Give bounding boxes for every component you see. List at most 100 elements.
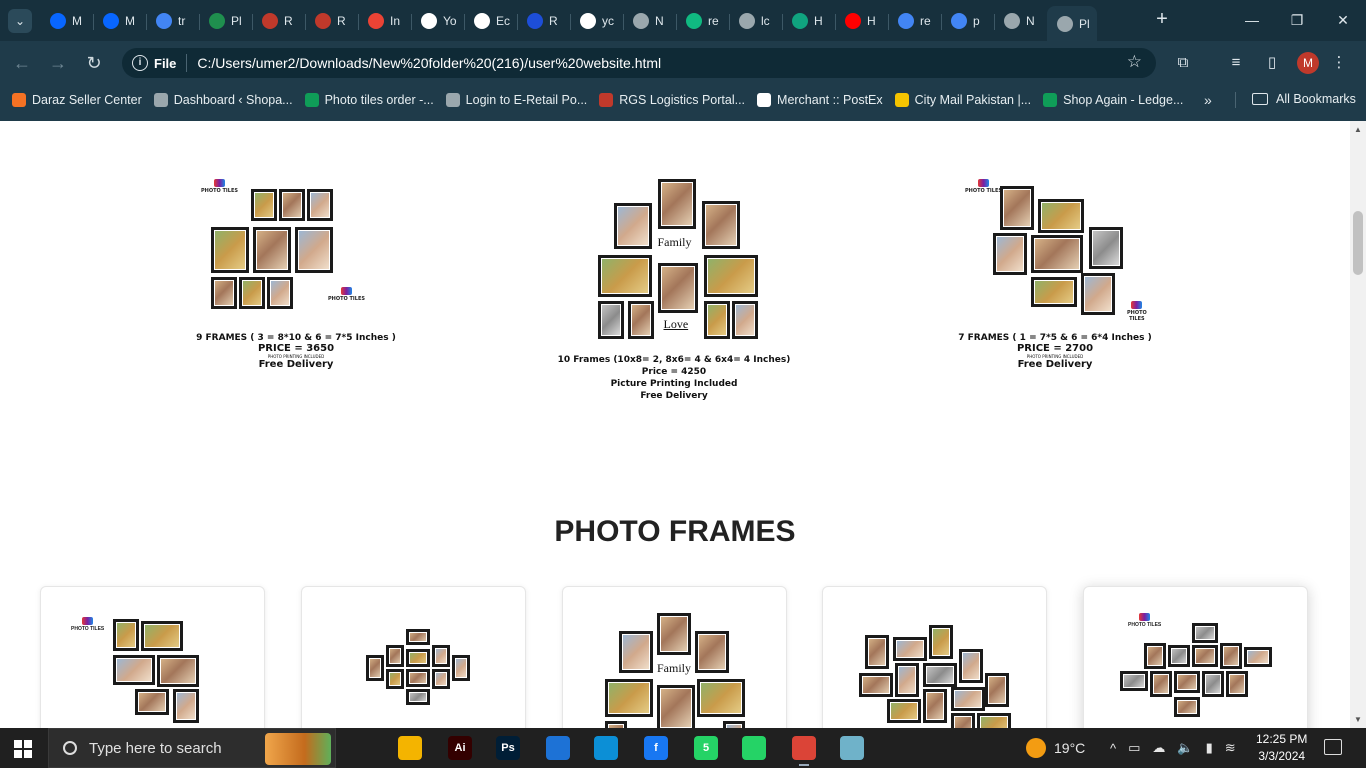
media-controls-icon[interactable]: ≡ bbox=[1225, 52, 1247, 74]
browser-tab[interactable]: p bbox=[941, 6, 995, 36]
product-10-frames[interactable]: Family Love 10 Frames (10x8= 2, 8x6= 4 &… bbox=[544, 177, 804, 402]
bookmark-item[interactable]: RGS Logistics Portal... bbox=[599, 93, 745, 107]
browser-tab[interactable]: In bbox=[358, 6, 412, 36]
tab-title: Ec bbox=[496, 14, 511, 28]
close-window-button[interactable]: ✕ bbox=[1328, 8, 1358, 32]
task-view-icon[interactable] bbox=[348, 736, 372, 760]
whatsapp-badge-icon[interactable]: 5 bbox=[694, 736, 718, 760]
tab-search-button[interactable]: ⌄ bbox=[8, 9, 32, 33]
scroll-up-arrow-icon[interactable]: ▲ bbox=[1354, 125, 1362, 134]
youtube-icon bbox=[845, 13, 861, 29]
browser-tab[interactable]: tr bbox=[146, 6, 200, 36]
browser-tab[interactable]: R bbox=[517, 6, 571, 36]
taskbar-search[interactable]: Type here to search bbox=[48, 728, 336, 768]
globe-icon bbox=[445, 93, 460, 107]
bookmark-item[interactable]: City Mail Pakistan |... bbox=[894, 93, 1031, 107]
cloud-sync-icon[interactable]: ☁ bbox=[1152, 740, 1165, 756]
product-card-1[interactable]: PHOTO TILES bbox=[40, 586, 265, 728]
search-placeholder: Type here to search bbox=[89, 739, 222, 757]
delivery-note: Free Delivery bbox=[640, 391, 708, 401]
browser-tab[interactable]: Pl✕ bbox=[1047, 6, 1097, 41]
browser-tab[interactable]: Yo bbox=[411, 6, 465, 36]
browser-tab[interactable]: Ec bbox=[464, 6, 518, 36]
extensions-icon[interactable]: ⧉ bbox=[1172, 52, 1194, 74]
photoshop-icon[interactable]: Ps bbox=[496, 736, 520, 760]
bookmark-item[interactable]: Photo tiles order -... bbox=[304, 93, 434, 107]
tab-title: Pl bbox=[1079, 16, 1090, 31]
whatsapp-icon[interactable] bbox=[742, 736, 766, 760]
address-bar[interactable]: i File C:/Users/umer2/Downloads/New%20fo… bbox=[122, 48, 1156, 78]
browser-tab[interactable]: N bbox=[623, 6, 677, 36]
bookmark-item[interactable]: Login to E-Retail Po... bbox=[445, 93, 587, 107]
bookmark-item[interactable]: Daraz Seller Center bbox=[12, 93, 142, 107]
browser-tab[interactable]: R bbox=[305, 6, 359, 36]
browser-tab[interactable]: Pl bbox=[199, 6, 253, 36]
forward-button[interactable]: → bbox=[46, 51, 70, 75]
browser-tab[interactable]: lc bbox=[729, 6, 783, 36]
notification-center-icon[interactable] bbox=[1324, 739, 1342, 755]
browser-tab[interactable]: R bbox=[252, 6, 306, 36]
all-bookmarks-button[interactable]: All Bookmarks bbox=[1252, 92, 1356, 106]
page-scrollbar[interactable]: ▲ ▼ bbox=[1350, 121, 1366, 728]
chrome-icon[interactable] bbox=[792, 736, 816, 766]
file-explorer-icon[interactable] bbox=[398, 736, 422, 760]
photo-tiles-logo: PHOTO TILES bbox=[201, 179, 238, 194]
edge-dev-icon[interactable] bbox=[546, 736, 570, 760]
weather-widget[interactable]: 19°C bbox=[1026, 728, 1085, 768]
browser-tab[interactable]: M bbox=[40, 6, 94, 36]
globe-icon bbox=[153, 93, 168, 107]
product-9-frames[interactable]: PHOTO TILES PHOTO TILES 9 FRAMES ( 3 = 8… bbox=[166, 177, 426, 370]
tab-title: M bbox=[125, 14, 135, 28]
start-button[interactable] bbox=[14, 740, 32, 758]
notes-icon[interactable] bbox=[840, 736, 864, 760]
browser-tab[interactable]: yc bbox=[570, 6, 624, 36]
printing-note: Picture Printing Included bbox=[610, 379, 738, 389]
minimize-button[interactable]: — bbox=[1237, 8, 1267, 32]
site-info-icon[interactable]: i bbox=[132, 55, 148, 71]
menu-icon[interactable]: ⋮ bbox=[1328, 52, 1350, 74]
back-button[interactable]: ← bbox=[10, 51, 34, 75]
bookmarks-bar: Daraz Seller Center Dashboard ‹ Shopa... P… bbox=[0, 86, 1366, 114]
wifi-icon[interactable]: ≋ bbox=[1225, 740, 1236, 756]
url-text[interactable]: C:/Users/umer2/Downloads/New%20folder%20… bbox=[197, 55, 661, 71]
browser-tab[interactable]: H bbox=[835, 6, 889, 36]
bookmark-item[interactable]: Shop Again - Ledge... bbox=[1043, 93, 1183, 107]
profile-avatar[interactable]: M bbox=[1297, 52, 1319, 74]
rgs-cube-icon bbox=[315, 13, 331, 29]
bookmark-item[interactable]: Dashboard ‹ Shopa... bbox=[153, 93, 293, 107]
scroll-down-arrow-icon[interactable]: ▼ bbox=[1354, 715, 1362, 724]
side-panel-icon[interactable]: ▯ bbox=[1261, 52, 1283, 74]
browser-tab[interactable]: H bbox=[782, 6, 836, 36]
browser-tab[interactable]: M bbox=[93, 6, 147, 36]
green-square-icon bbox=[686, 13, 702, 29]
illustrator-icon[interactable]: Ai bbox=[448, 736, 472, 760]
bookmark-star-icon[interactable]: ☆ bbox=[1127, 52, 1142, 72]
battery-icon[interactable]: ▮ bbox=[1206, 740, 1213, 756]
product-price: PRICE = 2700 bbox=[1016, 343, 1094, 354]
tab-title: yc bbox=[602, 14, 614, 28]
browser-tab[interactable]: re bbox=[676, 6, 730, 36]
restore-button[interactable]: ❐ bbox=[1282, 8, 1312, 32]
edge-icon[interactable] bbox=[594, 736, 618, 760]
citymail-icon bbox=[894, 93, 909, 107]
product-card-4[interactable] bbox=[822, 586, 1047, 728]
reload-button[interactable]: ↻ bbox=[82, 51, 106, 75]
love-script-text: Love bbox=[663, 317, 689, 331]
volume-icon[interactable]: 🔈 bbox=[1177, 740, 1193, 756]
browser-tab[interactable]: N bbox=[994, 6, 1048, 36]
product-card-2[interactable] bbox=[301, 586, 526, 728]
system-clock[interactable]: 12:25 PM 3/3/2024 bbox=[1256, 731, 1307, 765]
product-card-3[interactable]: Family bbox=[562, 586, 787, 728]
url-scheme: File bbox=[154, 55, 177, 71]
collage-image: PHOTO TILES PHOTO TILES bbox=[201, 177, 381, 327]
new-tab-button[interactable]: + bbox=[1150, 8, 1174, 32]
show-hidden-icons-chevron-icon[interactable]: ^ bbox=[1110, 741, 1116, 756]
bookmark-item[interactable]: Merchant :: PostEx bbox=[757, 93, 883, 107]
facebook-icon[interactable]: f bbox=[644, 736, 668, 760]
browser-tab[interactable]: re bbox=[888, 6, 942, 36]
more-bookmarks-chevron-icon[interactable]: » bbox=[1204, 92, 1212, 108]
scrollbar-thumb[interactable] bbox=[1353, 211, 1363, 275]
product-7-frames[interactable]: PHOTO TILES PHOTO TILES 7 FRAMES ( 1 = 7… bbox=[925, 177, 1185, 370]
product-card-5[interactable]: PHOTO TILES bbox=[1083, 586, 1308, 728]
meet-now-icon[interactable]: ▭ bbox=[1128, 740, 1140, 756]
